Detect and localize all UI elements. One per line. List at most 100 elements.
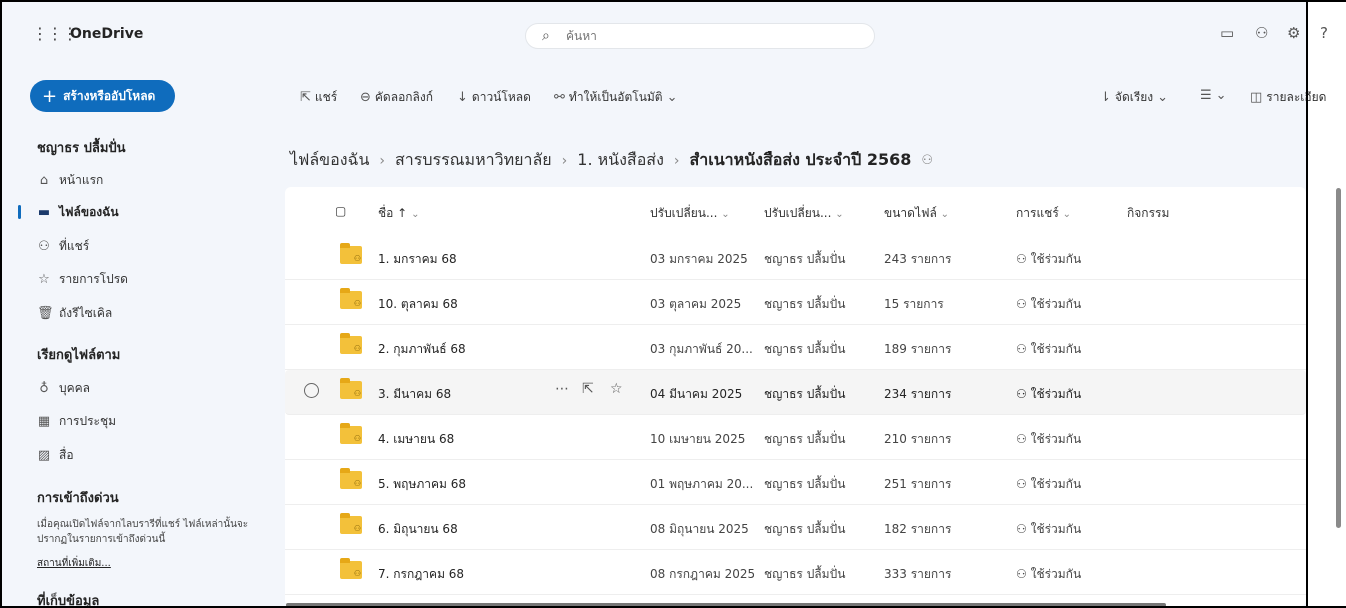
modified-by: ชญาธร ปลื้มปั่น (764, 342, 846, 356)
row-select-radio[interactable] (304, 383, 319, 398)
table-row[interactable]: ⚇ 7. กรกฎาคม 68 08 กรกฎาคม 2025 ชญาธร ปล… (285, 550, 1306, 595)
shared-folder-icon: ⚇ (340, 378, 362, 399)
breadcrumb-item[interactable]: 1. หนังสือส่ง (577, 148, 664, 173)
table-row[interactable]: ⚇ 2. กุมภาพันธ์ 68 03 กุมภาพันธ์ 20... ช… (285, 325, 1306, 370)
table-row[interactable]: ⚇ 1. มกราคม 68 03 มกราคม 2025 ชญาธร ปลื้… (285, 235, 1306, 280)
file-name[interactable]: 3. มีนาคม 68 (378, 385, 451, 404)
sharing-status[interactable]: ⚇ ใช้ร่วมกัน (1016, 475, 1081, 494)
sidebar-item-label: รายการโปรด (59, 272, 128, 286)
table-row[interactable]: ⚇ 10. ตุลาคม 68 03 ตุลาคม 2025 ชญาธร ปลื… (285, 280, 1306, 325)
people-icon[interactable]: ⚇ (1255, 24, 1268, 42)
column-header-modified[interactable]: ปรับเปลี่ยน... ⌄ (650, 204, 730, 223)
breadcrumb-item[interactable]: สารบรรณมหาวิทยาลัย (395, 148, 552, 173)
share-button[interactable]: ⇱ แชร์ (300, 88, 337, 107)
sidebar-item-recycle-bin[interactable]: 🗑 ถังรีไซเคิล (37, 304, 112, 323)
breadcrumb-current: สำเนาหนังสือส่ง ประจำปี 2568 (689, 150, 912, 169)
automate-label: ทำให้เป็นอัตโนมัติ (568, 90, 663, 104)
chevron-down-icon: ⌄ (1157, 90, 1169, 105)
table-header: ▢ ชื่อ ↑ ⌄ ปรับเปลี่ยน... ⌄ ปรับเปลี่ยน.… (285, 187, 1306, 235)
sort-button[interactable]: ⇂ จัดเรียง ⌄ (1100, 88, 1168, 107)
chevron-down-icon: ⌄ (666, 90, 678, 105)
file-size: 15 รายการ (884, 297, 944, 311)
sharing-status[interactable]: ⚇ ใช้ร่วมกัน (1016, 340, 1081, 359)
modified-date: 03 กุมภาพันธ์ 20... (650, 342, 753, 356)
file-name[interactable]: 6. มิถุนายน 68 (378, 520, 458, 539)
sharing-label: ใช้ร่วมกัน (1030, 432, 1082, 446)
modified-by: ชญาธร ปลื้มปั่น (764, 522, 846, 536)
chevron-right-icon: › (379, 152, 385, 169)
shared-folder-icon: ⚇ (340, 288, 362, 309)
chevron-down-icon: ⌄ (1215, 88, 1227, 103)
column-header-size[interactable]: ขนาดไฟล์ ⌄ (884, 204, 949, 223)
column-header-modified-by[interactable]: ปรับเปลี่ยน... ⌄ (764, 204, 844, 223)
sidebar-item-my-files[interactable]: ▬ ไฟล์ของฉัน (37, 203, 119, 222)
file-name[interactable]: 4. เมษายน 68 (378, 430, 454, 449)
copy-link-label: คัดลอกลิงก์ (374, 90, 434, 104)
modified-date: 08 กรกฎาคม 2025 (650, 567, 756, 581)
share-icon[interactable]: ⇱ (582, 381, 594, 397)
search-box[interactable]: ⌕ (525, 23, 875, 49)
table-row[interactable]: ⚇ 6. มิถุนายน 68 08 มิถุนายน 2025 ชญาธร … (285, 505, 1306, 550)
sidebar-item-label: ที่แชร์ (59, 239, 90, 253)
breadcrumb-item[interactable]: ไฟล์ของฉัน (290, 148, 369, 173)
download-button[interactable]: ↓ ดาวน์โหลด (457, 88, 531, 107)
automate-button[interactable]: ⚯ ทำให้เป็นอัตโนมัติ ⌄ (554, 88, 678, 107)
sharing-label: ใช้ร่วมกัน (1030, 387, 1082, 401)
details-button[interactable]: ◫ รายละเอียด (1250, 88, 1326, 107)
sharing-status[interactable]: ⚇ ใช้ร่วมกัน (1016, 565, 1081, 584)
file-name[interactable]: 1. มกราคม 68 (378, 250, 457, 269)
sidebar-item-people[interactable]: ♁ บุคคล (37, 379, 90, 398)
top-bar: ⋮⋮⋮ OneDrive ⌕ ▭ ⚇ ⚙ ? (2, 2, 1328, 60)
monitor-icon[interactable]: ▭ (1220, 24, 1234, 42)
star-icon[interactable]: ☆ (610, 381, 623, 397)
gear-icon[interactable]: ⚙ (1287, 24, 1300, 42)
column-header-sharing[interactable]: การแชร์ ⌄ (1016, 204, 1071, 223)
sharing-status[interactable]: ⚇ ใช้ร่วมกัน (1016, 250, 1081, 269)
copy-link-button[interactable]: ⊖ คัดลอกลิงก์ (360, 88, 433, 107)
file-size: 210 รายการ (884, 432, 952, 446)
create-upload-button[interactable]: + สร้างหรืออัปโหลด (30, 80, 175, 112)
view-options-button[interactable]: ☰ ⌄ (1200, 88, 1227, 103)
chevron-down-icon: ⌄ (835, 209, 844, 220)
search-input[interactable] (566, 29, 846, 43)
file-size: 189 รายการ (884, 342, 952, 356)
sidebar-item-favorites[interactable]: ☆ รายการโปรด (37, 270, 128, 289)
table-row[interactable]: ⚇ 5. พฤษภาคม 68 01 พฤษภาคม 20... ชญาธร ป… (285, 460, 1306, 505)
sidebar-item-meetings[interactable]: ▦ การประชุม (37, 412, 116, 431)
file-name[interactable]: 10. ตุลาคม 68 (378, 295, 458, 314)
sharing-status[interactable]: ⚇ ใช้ร่วมกัน (1016, 385, 1081, 404)
sidebar-item-shared[interactable]: ⚇ ที่แชร์ (37, 237, 89, 256)
column-header-activity[interactable]: กิจกรรม (1127, 204, 1169, 223)
modified-by: ชญาธร ปลื้มปั่น (764, 297, 846, 311)
file-size: 251 รายการ (884, 477, 952, 491)
sharing-status[interactable]: ⚇ ใช้ร่วมกัน (1016, 430, 1081, 449)
modified-date: 01 พฤษภาคม 20... (650, 477, 754, 491)
sidebar-item-home[interactable]: ⌂ หน้าแรก (37, 171, 103, 190)
sharing-status[interactable]: ⚇ ใช้ร่วมกัน (1016, 520, 1081, 539)
file-name[interactable]: 7. กรกฎาคม 68 (378, 565, 464, 584)
breadcrumb: ไฟล์ของฉัน › สารบรรณมหาวิทยาลัย › 1. หนั… (290, 148, 933, 173)
chevron-right-icon: › (561, 152, 568, 169)
table-row[interactable]: ⚇ 3. มีนาคม 68 ⋯ ⇱ ☆ 04 มีนาคม 2025 ชญาธ… (285, 370, 1306, 415)
chevron-down-icon: ⌄ (1062, 209, 1071, 220)
sidebar-item-media[interactable]: ▨ สื่อ (37, 446, 74, 465)
help-icon[interactable]: ? (1320, 24, 1328, 42)
vertical-scrollbar[interactable] (1336, 188, 1341, 528)
active-indicator (18, 205, 21, 219)
app-name[interactable]: OneDrive (70, 26, 143, 42)
shared-folder-icon: ⚇ (340, 333, 362, 354)
more-options-icon[interactable]: ⋯ (555, 381, 569, 397)
file-name[interactable]: 5. พฤษภาคม 68 (378, 475, 466, 494)
sharing-label: ใช้ร่วมกัน (1030, 297, 1082, 311)
modified-date: 10 เมษายน 2025 (650, 432, 746, 446)
column-header-name[interactable]: ชื่อ ↑ ⌄ (378, 204, 419, 223)
chevron-down-icon: ⌄ (721, 209, 730, 220)
table-row[interactable]: ⚇ 4. เมษายน 68 10 เมษายน 2025 ชญาธร ปลื้… (285, 415, 1306, 460)
file-name[interactable]: 2. กุมภาพันธ์ 68 (378, 340, 466, 359)
sort-label: จัดเรียง (1114, 90, 1154, 104)
modified-date: 03 มกราคม 2025 (650, 252, 748, 266)
people-icon: ⚇ (38, 239, 50, 254)
more-places-link[interactable]: สถานที่เพิ่มเติม... (37, 556, 111, 571)
sharing-status[interactable]: ⚇ ใช้ร่วมกัน (1016, 295, 1081, 314)
link-icon: ⊖ (360, 90, 371, 105)
